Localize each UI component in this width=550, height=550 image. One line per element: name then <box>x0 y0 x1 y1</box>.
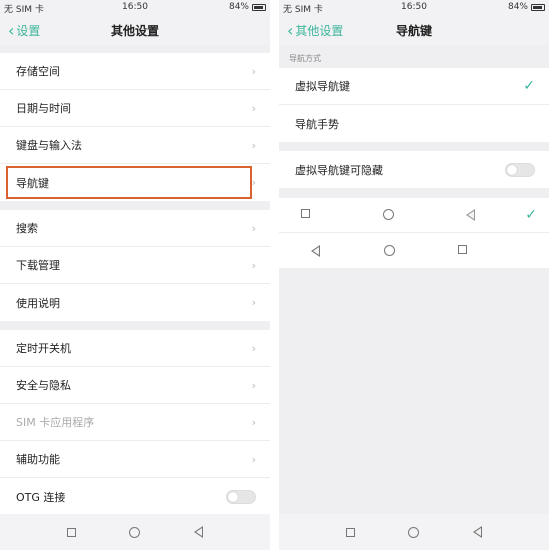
row-label: SIM 卡应用程序 <box>16 416 95 429</box>
chevron-right-icon: › <box>251 221 256 235</box>
chevron-right-icon: › <box>251 341 256 355</box>
row-label: 虚拟导航键可隐藏 <box>295 163 383 177</box>
settings-group-3: 定时开关机 › 安全与隐私 › SIM 卡应用程序 › 辅助功能 › OTG 连接 <box>0 330 270 515</box>
hide-nav-toggle[interactable] <box>505 162 535 177</box>
section-label: 导航方式 <box>289 54 321 63</box>
row-label: 安全与隐私 <box>16 379 71 392</box>
square-icon <box>458 244 467 254</box>
nav-method-group: 虚拟导航键 ✓ 导航手势 <box>279 68 549 142</box>
chevron-right-icon: › <box>251 64 256 78</box>
back-triangle-icon[interactable] <box>473 526 483 538</box>
settings-group-1: 存储空间 › 日期与时间 › 键盘与输入法 › 导航键 › <box>0 53 270 201</box>
chevron-right-icon: › <box>251 378 256 392</box>
settings-group-2: 搜索 › 下载管理 › 使用说明 › <box>0 210 270 321</box>
row-scheduled-power[interactable]: 定时开关机 › <box>0 330 270 367</box>
layout-option-1[interactable]: ✓ <box>279 198 549 233</box>
square-icon[interactable] <box>66 527 76 537</box>
battery-text: 84% <box>228 2 249 12</box>
system-nav-bar <box>279 514 549 550</box>
row-manual[interactable]: 使用说明 › <box>0 284 270 321</box>
back-triangle-icon <box>466 209 476 221</box>
right-screen: 无 SIM 卡 16:50 84% ‹ 其他设置 导航键 导航方式 虚拟导航键 ✓… <box>279 0 549 550</box>
checkmark-icon: ✓ <box>523 78 535 94</box>
battery-indicator: 84% <box>508 2 545 12</box>
layout-icons <box>301 209 525 221</box>
square-icon <box>301 209 310 218</box>
row-nav-keys[interactable]: 导航键 › <box>0 164 270 201</box>
chevron-right-icon: › <box>251 296 256 309</box>
back-triangle-icon[interactable] <box>194 526 204 538</box>
battery-indicator: 84% <box>229 2 266 12</box>
row-hide-nav[interactable]: 虚拟导航键可隐藏 <box>279 151 549 188</box>
chevron-right-icon: › <box>251 452 256 466</box>
option-label: 导航手势 <box>295 117 339 131</box>
chevron-right-icon: › <box>251 415 256 429</box>
chevron-right-icon: › <box>251 176 256 189</box>
header: ‹ 其他设置 导航键 <box>279 15 549 45</box>
row-downloads[interactable]: 下载管理 › <box>0 247 270 284</box>
row-otg[interactable]: OTG 连接 <box>0 478 270 515</box>
option-label: 虚拟导航键 <box>295 80 350 93</box>
row-date-time[interactable]: 日期与时间 › <box>0 90 270 127</box>
row-label: 定时开关机 <box>16 342 71 355</box>
circle-icon <box>383 244 395 256</box>
row-label: 日期与时间 <box>16 102 71 115</box>
status-bar: 无 SIM 卡 16:50 84% <box>279 0 549 15</box>
checkmark-icon: ✓ <box>525 207 537 223</box>
chevron-right-icon: › <box>251 101 256 115</box>
battery-icon <box>252 3 266 11</box>
row-label: 键盘与输入法 <box>16 139 82 152</box>
otg-toggle[interactable] <box>226 489 256 504</box>
square-icon[interactable] <box>345 527 355 537</box>
row-label: 下载管理 <box>16 259 60 272</box>
circle-icon[interactable] <box>129 526 141 538</box>
row-security-privacy[interactable]: 安全与隐私 › <box>0 367 270 404</box>
back-triangle-icon <box>311 244 320 257</box>
circle-icon[interactable] <box>408 526 420 538</box>
row-keyboard[interactable]: 键盘与输入法 › <box>0 127 270 164</box>
chevron-right-icon: › <box>251 138 256 152</box>
row-search[interactable]: 搜索 › <box>0 210 270 247</box>
system-nav-bar <box>0 514 270 550</box>
row-accessibility[interactable]: 辅助功能 › <box>0 441 270 478</box>
status-bar: 无 SIM 卡 16:50 84% <box>0 0 270 15</box>
layout-icons <box>301 244 537 257</box>
row-label: 使用说明 <box>16 296 60 310</box>
row-sim-apps: SIM 卡应用程序 › <box>0 404 270 441</box>
page-title: 其他设置 <box>110 24 159 38</box>
layout-options: ✓ <box>279 198 549 268</box>
option-gestures[interactable]: 导航手势 <box>279 105 549 142</box>
page-title: 导航键 <box>395 24 432 38</box>
hide-group: 虚拟导航键可隐藏 <box>279 151 549 188</box>
header: ‹ 设置 其他设置 <box>0 15 270 45</box>
left-screen: 无 SIM 卡 16:50 84% ‹ 设置 其他设置 存储空间 › 日期与时间 ›… <box>0 0 270 550</box>
layout-option-2[interactable] <box>279 233 549 268</box>
battery-icon <box>531 3 545 11</box>
row-storage[interactable]: 存储空间 › <box>0 53 270 90</box>
chevron-right-icon: › <box>251 258 256 272</box>
row-label: 搜索 <box>16 222 38 235</box>
option-virtual-nav[interactable]: 虚拟导航键 ✓ <box>279 68 549 105</box>
row-label: 存储空间 <box>16 65 60 78</box>
battery-text: 84% <box>507 2 528 12</box>
row-label: 辅助功能 <box>16 453 60 466</box>
row-label: OTG 连接 <box>16 490 66 504</box>
circle-icon <box>382 209 394 220</box>
row-label: 导航键 <box>16 176 49 190</box>
